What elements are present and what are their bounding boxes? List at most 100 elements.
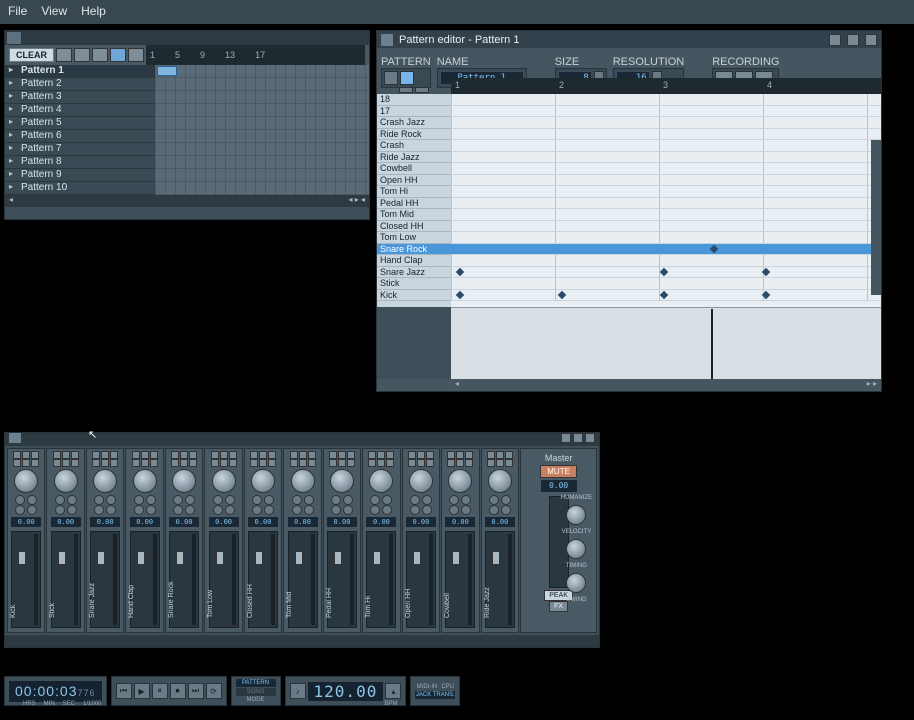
bypass-button[interactable] xyxy=(229,459,237,467)
note-row[interactable] xyxy=(451,232,881,244)
send-knob-2[interactable] xyxy=(382,495,392,505)
mute-button[interactable] xyxy=(259,451,267,459)
edit-button[interactable] xyxy=(408,459,416,467)
pan-knob[interactable] xyxy=(212,469,236,493)
play-sample-button[interactable] xyxy=(290,451,298,459)
solo-button[interactable] xyxy=(229,451,237,459)
send-knob-4[interactable] xyxy=(264,505,274,515)
draw-mode-button[interactable] xyxy=(110,48,126,62)
note-row[interactable] xyxy=(451,175,881,187)
play-sample-button[interactable] xyxy=(447,451,455,459)
mute-button[interactable] xyxy=(220,451,228,459)
instrument-row[interactable]: Ride Jazz xyxy=(377,152,451,164)
send-knob-1[interactable] xyxy=(94,495,104,505)
edit-button[interactable] xyxy=(250,459,258,467)
minimize-button[interactable] xyxy=(829,34,841,46)
bypass-button[interactable] xyxy=(308,459,316,467)
send-knob-4[interactable] xyxy=(304,505,314,515)
note-row[interactable] xyxy=(451,106,881,118)
instrument-row[interactable]: 17 xyxy=(377,106,451,118)
pattern-mode[interactable]: PATTERN xyxy=(236,679,276,687)
note-row[interactable] xyxy=(451,255,881,267)
vertical-scrollbar[interactable] xyxy=(871,140,881,295)
note[interactable] xyxy=(660,290,668,298)
instrument-row[interactable]: Snare Jazz xyxy=(377,267,451,279)
prev-pattern-button[interactable] xyxy=(384,71,398,85)
solo-button[interactable] xyxy=(150,451,158,459)
fx-button[interactable] xyxy=(62,459,70,467)
fx-button[interactable] xyxy=(417,459,425,467)
send-knob-3[interactable] xyxy=(55,505,65,515)
pattern-row[interactable]: Pattern 1 xyxy=(5,65,369,78)
instrument-row[interactable]: Kick xyxy=(377,290,451,302)
send-knob-1[interactable] xyxy=(252,495,262,505)
master-mute-button[interactable]: MUTE xyxy=(540,465,577,478)
send-knob-3[interactable] xyxy=(173,505,183,515)
pattern-name[interactable]: Pattern 5 xyxy=(5,117,155,130)
fx-button[interactable] xyxy=(338,459,346,467)
close-button[interactable] xyxy=(585,433,595,443)
song-mode[interactable]: SONG xyxy=(236,688,276,696)
send-knob-4[interactable] xyxy=(343,505,353,515)
horizontal-scrollbar[interactable]: ◂ ▸ ▸ xyxy=(377,379,881,391)
fx-button[interactable] xyxy=(259,459,267,467)
pan-knob[interactable] xyxy=(251,469,275,493)
note-row[interactable] xyxy=(451,140,881,152)
solo-button[interactable] xyxy=(347,451,355,459)
send-knob-1[interactable] xyxy=(292,495,302,505)
send-knob-4[interactable] xyxy=(27,505,37,515)
solo-button[interactable] xyxy=(110,451,118,459)
edit-button[interactable] xyxy=(447,459,455,467)
fader-cap[interactable] xyxy=(413,551,421,565)
play-button[interactable]: ▶ xyxy=(134,683,150,699)
pattern-name[interactable]: Pattern 7 xyxy=(5,143,155,156)
bypass-button[interactable] xyxy=(71,459,79,467)
play-sample-button[interactable] xyxy=(211,451,219,459)
note[interactable] xyxy=(660,267,668,275)
pause-button[interactable]: ⏸ xyxy=(152,683,168,699)
pattern-name[interactable]: Pattern 1 xyxy=(5,65,155,78)
send-knob-3[interactable] xyxy=(134,505,144,515)
fx-button[interactable] xyxy=(377,459,385,467)
send-knob-1[interactable] xyxy=(213,495,223,505)
pattern-grid[interactable] xyxy=(155,91,369,104)
pattern-row[interactable]: Pattern 4 xyxy=(5,104,369,117)
pattern-row[interactable]: Pattern 6 xyxy=(5,130,369,143)
forward-button[interactable]: ⏭ xyxy=(188,683,204,699)
send-knob-2[interactable] xyxy=(185,495,195,505)
play-sample-button[interactable] xyxy=(132,451,140,459)
note-row[interactable] xyxy=(451,290,881,302)
send-knob-2[interactable] xyxy=(225,495,235,505)
nav-markers[interactable]: ◂ ▸ ◂ xyxy=(349,195,366,207)
edit-button[interactable] xyxy=(290,459,298,467)
pattern-block[interactable] xyxy=(157,66,177,76)
note[interactable] xyxy=(558,290,566,298)
pattern-name[interactable]: Pattern 10 xyxy=(5,182,155,195)
note[interactable] xyxy=(710,244,718,252)
edit-button[interactable] xyxy=(368,459,376,467)
send-knob-1[interactable] xyxy=(410,495,420,505)
nav-left-icon[interactable]: ◂ xyxy=(9,195,13,207)
solo-button[interactable] xyxy=(308,451,316,459)
menu-file[interactable]: File xyxy=(8,4,27,20)
edit-button[interactable] xyxy=(53,459,61,467)
note[interactable] xyxy=(762,267,770,275)
instrument-row[interactable]: Crash Jazz xyxy=(377,117,451,129)
send-knob-3[interactable] xyxy=(252,505,262,515)
scroll-right-icon[interactable]: ▸ ▸ xyxy=(867,379,877,391)
send-knob-4[interactable] xyxy=(146,505,156,515)
fx-button[interactable] xyxy=(496,459,504,467)
mute-button[interactable] xyxy=(417,451,425,459)
send-knob-3[interactable] xyxy=(449,505,459,515)
send-knob-3[interactable] xyxy=(292,505,302,515)
send-knob-1[interactable] xyxy=(134,495,144,505)
bypass-button[interactable] xyxy=(386,459,394,467)
close-button[interactable] xyxy=(865,34,877,46)
play-sample-button[interactable] xyxy=(487,451,495,459)
tool-button-1[interactable] xyxy=(56,48,72,62)
instrument-row[interactable]: Snare Rock xyxy=(377,244,451,256)
timing-knob[interactable] xyxy=(566,539,586,559)
pattern-name[interactable]: Pattern 8 xyxy=(5,156,155,169)
send-knob-1[interactable] xyxy=(15,495,25,505)
pattern-grid[interactable] xyxy=(155,130,369,143)
